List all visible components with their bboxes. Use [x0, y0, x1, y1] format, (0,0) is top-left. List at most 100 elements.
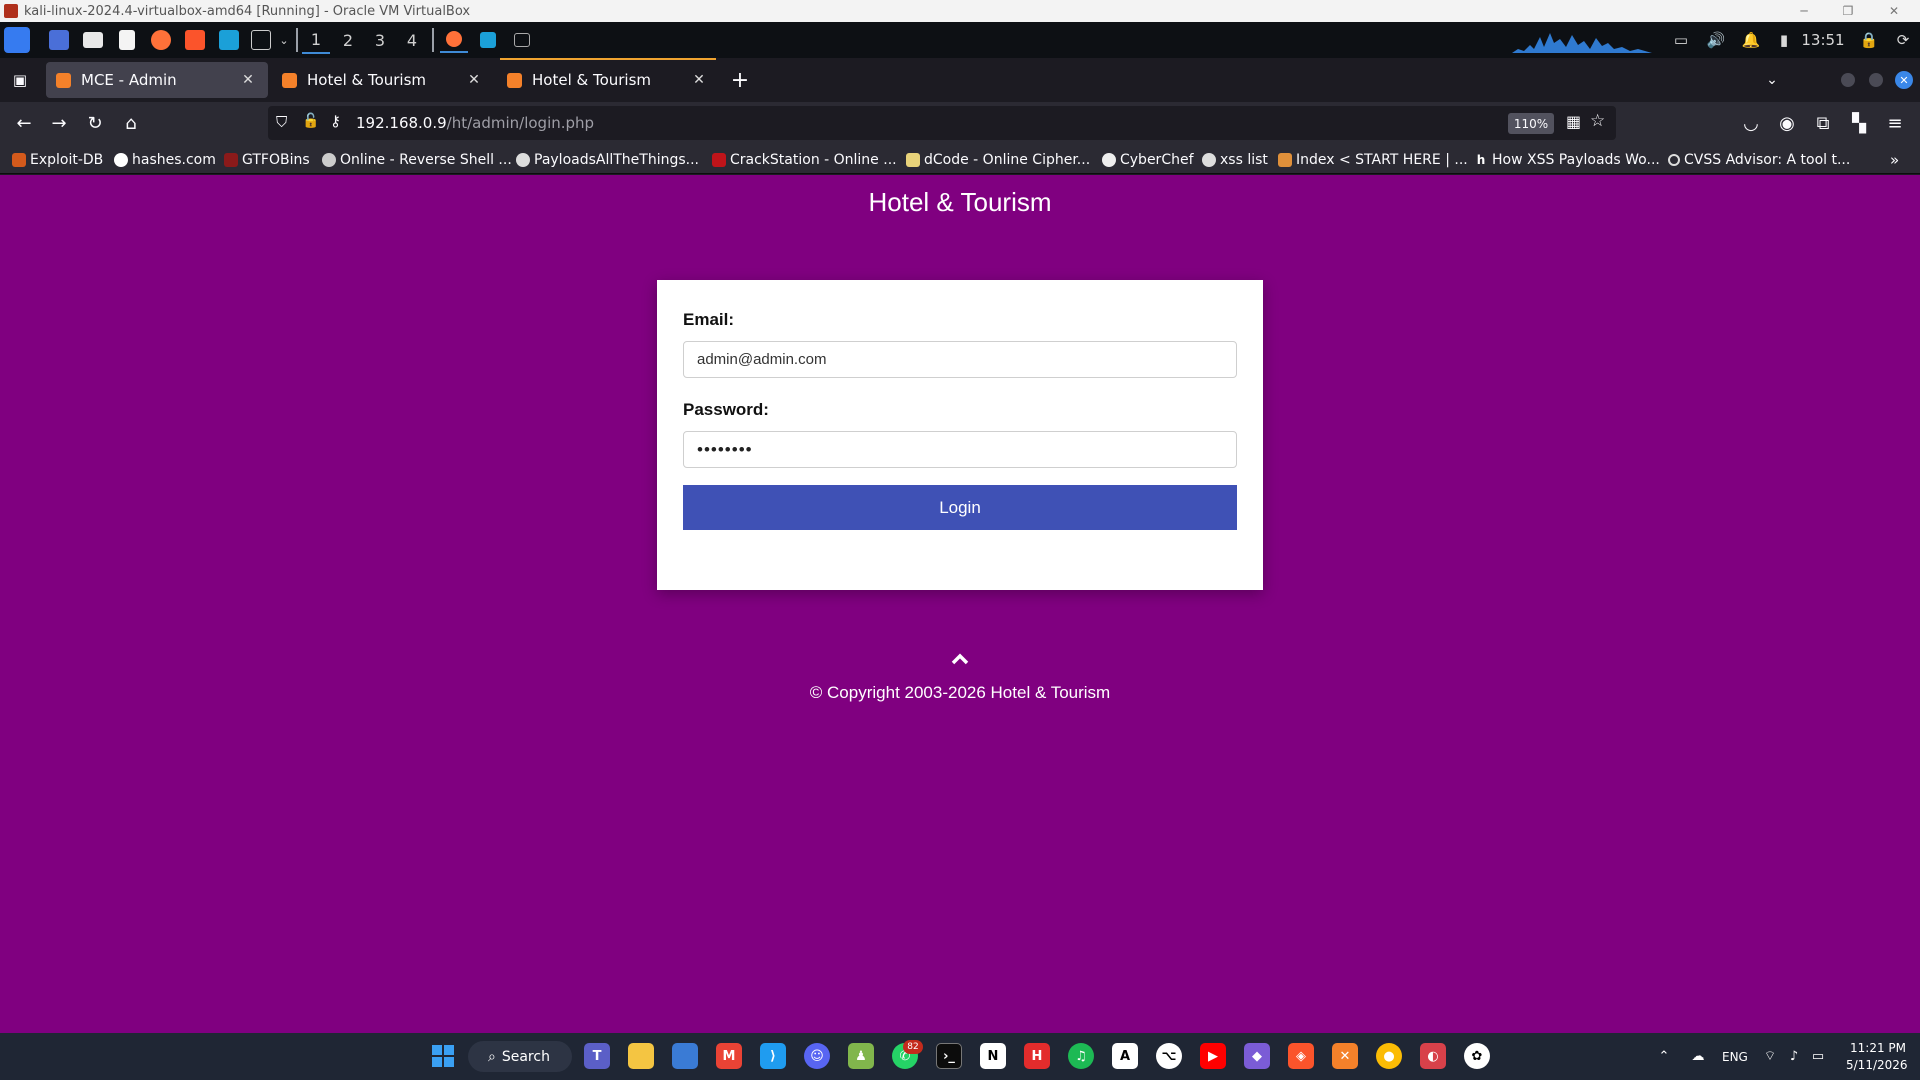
- hamburger-menu-icon[interactable]: ≡: [1881, 109, 1909, 137]
- lock-screen-icon[interactable]: 🔒: [1858, 27, 1880, 53]
- workspace-3[interactable]: 3: [366, 26, 394, 54]
- github-desktop-icon[interactable]: ⌥: [1156, 1043, 1182, 1069]
- zoom-level-badge[interactable]: 110%: [1508, 113, 1554, 134]
- discord-icon[interactable]: ☺: [804, 1043, 830, 1069]
- kali-menu-icon[interactable]: [2, 27, 32, 53]
- terminal-launcher-icon[interactable]: [248, 27, 274, 53]
- password-field[interactable]: ••••••••: [683, 431, 1237, 468]
- tab-mce-admin[interactable]: MCE - Admin ✕: [46, 62, 268, 98]
- lock-strike-icon[interactable]: 🔓: [302, 113, 319, 129]
- wifi-icon[interactable]: ⌔: [1762, 1048, 1778, 1064]
- more-bookmarks-chevron-icon[interactable]: »: [1890, 150, 1899, 170]
- workspace-2[interactable]: 2: [334, 26, 362, 54]
- key-icon[interactable]: ⚷: [330, 112, 341, 130]
- tab-hotel-tourism-2[interactable]: Hotel & Tourism ✕: [497, 62, 719, 98]
- speaker-icon[interactable]: ♪: [1786, 1048, 1802, 1064]
- notion-icon[interactable]: N: [980, 1043, 1006, 1069]
- workspace-1[interactable]: 1: [302, 26, 330, 54]
- workspace-4[interactable]: 4: [398, 26, 426, 54]
- obsidian-icon[interactable]: ◆: [1244, 1043, 1270, 1069]
- chrome-icon[interactable]: ●: [1376, 1043, 1402, 1069]
- taskbar-date[interactable]: 5/11/2026: [1846, 1058, 1908, 1072]
- scroll-to-top-chevron-icon[interactable]: [950, 651, 970, 667]
- login-button[interactable]: Login: [683, 485, 1237, 530]
- file-explorer-icon[interactable]: [628, 1043, 654, 1069]
- chess-icon[interactable]: ♟: [848, 1043, 874, 1069]
- qr-code-icon[interactable]: ▦: [1566, 112, 1581, 131]
- taskbar-firefox-window-icon[interactable]: [440, 27, 468, 53]
- addons-grid-icon[interactable]: ▚: [1845, 109, 1873, 137]
- file-manager-icon[interactable]: [80, 27, 106, 53]
- bookmark-xss-payloads[interactable]: h How XSS Payloads Wo...: [1474, 150, 1660, 170]
- reload-icon[interactable]: ↻: [81, 109, 109, 137]
- teams-icon[interactable]: T: [584, 1043, 610, 1069]
- url-text[interactable]: 192.168.0.9/ht/admin/login.php: [356, 114, 594, 132]
- window-minimize-dot-icon[interactable]: [1834, 66, 1862, 94]
- email-field[interactable]: admin@admin.com: [683, 341, 1237, 378]
- windows-start-icon[interactable]: [430, 1043, 456, 1069]
- hackthebox-icon[interactable]: H: [1024, 1043, 1050, 1069]
- burp-launcher-icon[interactable]: [216, 27, 242, 53]
- restore-icon[interactable]: ❐: [1828, 0, 1868, 22]
- tab-list-icon[interactable]: ▣: [6, 66, 34, 94]
- show-desktop-icon[interactable]: [46, 27, 72, 53]
- pocket-icon[interactable]: ◡: [1737, 109, 1765, 137]
- gmail-icon[interactable]: M: [716, 1043, 742, 1069]
- volume-icon[interactable]: 🔊: [1705, 27, 1727, 53]
- home-icon[interactable]: ⌂: [117, 109, 145, 137]
- tray-overflow-chevron-icon[interactable]: ⌃: [1656, 1048, 1672, 1064]
- bookmark-xss-list[interactable]: xss list: [1202, 150, 1268, 170]
- bookmark-start-here[interactable]: Index < START HERE | ...: [1278, 150, 1468, 170]
- minimize-icon[interactable]: ─: [1784, 0, 1824, 22]
- notification-bell-icon[interactable]: 🔔: [1740, 27, 1762, 53]
- text-editor-icon[interactable]: [114, 27, 140, 53]
- list-all-tabs-icon[interactable]: ⌄: [1758, 66, 1786, 94]
- panel-clock[interactable]: 13:51: [1800, 27, 1846, 53]
- url-bar[interactable]: ⛉ 🔓 ⚷ 192.168.0.9/ht/admin/login.php 110…: [268, 106, 1616, 140]
- brave-browser-icon[interactable]: ◈: [1288, 1043, 1314, 1069]
- forward-arrow-icon[interactable]: →: [45, 109, 73, 137]
- anthropic-icon[interactable]: A: [1112, 1043, 1138, 1069]
- tab-close-icon[interactable]: ✕: [689, 70, 709, 90]
- chevron-down-icon[interactable]: ⌄: [276, 27, 292, 53]
- xampp-icon[interactable]: ✕: [1332, 1043, 1358, 1069]
- vscode-icon[interactable]: ⟩: [760, 1043, 786, 1069]
- bookmark-hashes[interactable]: hashes.com: [114, 150, 216, 170]
- taskbar-search-box[interactable]: ⌕ Search: [468, 1041, 572, 1072]
- bookmark-payloads[interactable]: PayloadsAllTheThings...: [516, 150, 699, 170]
- tab-hotel-tourism-1[interactable]: Hotel & Tourism ✕: [272, 62, 494, 98]
- microsoft-store-icon[interactable]: [672, 1043, 698, 1069]
- firefox-launcher-icon[interactable]: [148, 27, 174, 53]
- close-window-icon[interactable]: ✕: [1874, 0, 1914, 22]
- back-arrow-icon[interactable]: ←: [10, 109, 38, 137]
- bookmark-gtfobins[interactable]: GTFOBins: [224, 150, 310, 170]
- bookmark-crackstation[interactable]: CrackStation - Online ...: [712, 150, 897, 170]
- bookmark-star-icon[interactable]: ☆: [1590, 111, 1605, 131]
- window-maximize-dot-icon[interactable]: [1862, 66, 1890, 94]
- power-icon[interactable]: ⟳: [1892, 27, 1914, 53]
- taskbar-burp-window-icon[interactable]: [474, 27, 502, 53]
- brave-launcher-icon[interactable]: [182, 27, 208, 53]
- windows-terminal-icon[interactable]: ›_: [936, 1043, 962, 1069]
- battery-status-icon[interactable]: ▭: [1810, 1048, 1826, 1064]
- onedrive-cloud-icon[interactable]: ☁: [1690, 1048, 1706, 1064]
- window-close-dot-icon[interactable]: ✕: [1890, 66, 1918, 94]
- bookmark-cvss-advisor[interactable]: CVSS Advisor: A tool t...: [1668, 150, 1850, 170]
- battery-icon[interactable]: ▮: [1773, 27, 1795, 53]
- taskbar-time[interactable]: 11:21 PM: [1846, 1041, 1906, 1055]
- account-icon[interactable]: ◉: [1773, 109, 1801, 137]
- extensions-icon[interactable]: ⧉: [1809, 109, 1837, 137]
- language-indicator[interactable]: ENG: [1722, 1050, 1748, 1064]
- spotify-icon[interactable]: ♫: [1068, 1043, 1094, 1069]
- youtube-icon[interactable]: ▶: [1200, 1043, 1226, 1069]
- bookmark-reverse-shell[interactable]: Online - Reverse Shell ...: [322, 150, 512, 170]
- tab-close-icon[interactable]: ✕: [464, 70, 484, 90]
- virtualbox-kali-icon[interactable]: ◐: [1420, 1043, 1446, 1069]
- tab-close-icon[interactable]: ✕: [238, 70, 258, 90]
- display-icon[interactable]: ▭: [1670, 27, 1692, 53]
- bookmark-cyberchef[interactable]: CyberChef: [1102, 150, 1194, 170]
- shield-icon[interactable]: ⛉: [276, 113, 287, 131]
- bookmark-dcode[interactable]: dCode - Online Cipher...: [906, 150, 1090, 170]
- taskbar-terminal-window-icon[interactable]: [508, 27, 536, 53]
- bookmark-exploit-db[interactable]: Exploit-DB: [12, 150, 103, 170]
